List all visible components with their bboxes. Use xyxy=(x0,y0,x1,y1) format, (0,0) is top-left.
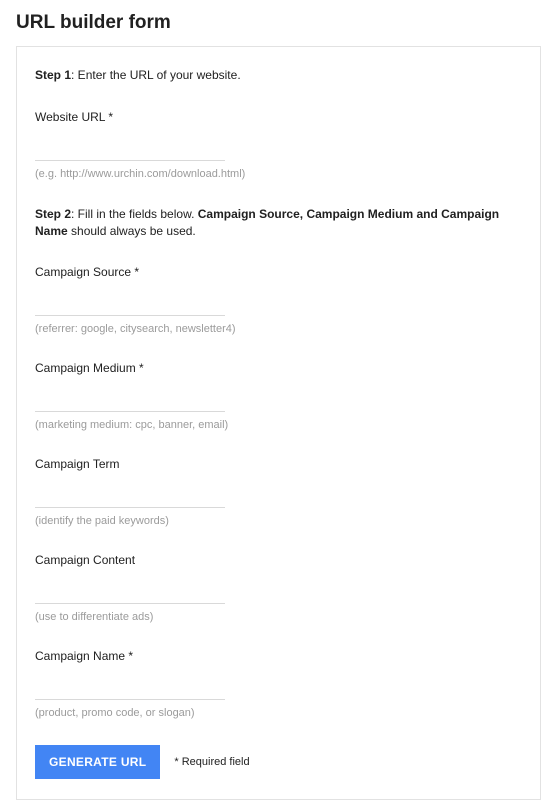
campaign-medium-hint: (marketing medium: cpc, banner, email) xyxy=(35,419,522,431)
step-2-text2: should always be used. xyxy=(68,224,196,238)
campaign-content-input[interactable] xyxy=(35,585,225,604)
campaign-source-label: Campaign Source * xyxy=(35,265,522,279)
step-2-bold1: Step 2 xyxy=(35,207,71,221)
step-1-text: Step 1: Enter the URL of your website. xyxy=(35,67,522,84)
step-2-text: Step 2: Fill in the fields below. Campai… xyxy=(35,206,522,240)
campaign-source-input[interactable] xyxy=(35,297,225,316)
campaign-term-label: Campaign Term xyxy=(35,457,522,471)
form-footer: GENERATE URL * Required field xyxy=(35,745,522,779)
generate-url-button[interactable]: GENERATE URL xyxy=(35,745,160,779)
url-builder-form: Step 1: Enter the URL of your website. W… xyxy=(16,46,541,800)
campaign-content-label: Campaign Content xyxy=(35,553,522,567)
field-campaign-name: Campaign Name * (product, promo code, or… xyxy=(35,649,522,719)
page-title: URL builder form xyxy=(16,12,541,34)
campaign-name-label: Campaign Name * xyxy=(35,649,522,663)
field-campaign-medium: Campaign Medium * (marketing medium: cpc… xyxy=(35,361,522,431)
website-url-hint: (e.g. http://www.urchin.com/download.htm… xyxy=(35,168,522,180)
campaign-term-hint: (identify the paid keywords) xyxy=(35,515,522,527)
campaign-content-hint: (use to differentiate ads) xyxy=(35,611,522,623)
website-url-label: Website URL * xyxy=(35,110,522,124)
campaign-term-input[interactable] xyxy=(35,489,225,508)
campaign-medium-input[interactable] xyxy=(35,393,225,412)
campaign-medium-label: Campaign Medium * xyxy=(35,361,522,375)
step-1-bold: Step 1 xyxy=(35,68,71,82)
field-campaign-source: Campaign Source * (referrer: google, cit… xyxy=(35,265,522,335)
campaign-name-input[interactable] xyxy=(35,681,225,700)
field-campaign-content: Campaign Content (use to differentiate a… xyxy=(35,553,522,623)
step-1-rest: : Enter the URL of your website. xyxy=(71,68,241,82)
required-field-note: * Required field xyxy=(174,756,249,768)
field-campaign-term: Campaign Term (identify the paid keyword… xyxy=(35,457,522,527)
website-url-input[interactable] xyxy=(35,142,225,161)
field-website-url: Website URL * (e.g. http://www.urchin.co… xyxy=(35,110,522,180)
campaign-name-hint: (product, promo code, or slogan) xyxy=(35,707,522,719)
step-2-text1: : Fill in the fields below. xyxy=(71,207,198,221)
campaign-source-hint: (referrer: google, citysearch, newslette… xyxy=(35,323,522,335)
